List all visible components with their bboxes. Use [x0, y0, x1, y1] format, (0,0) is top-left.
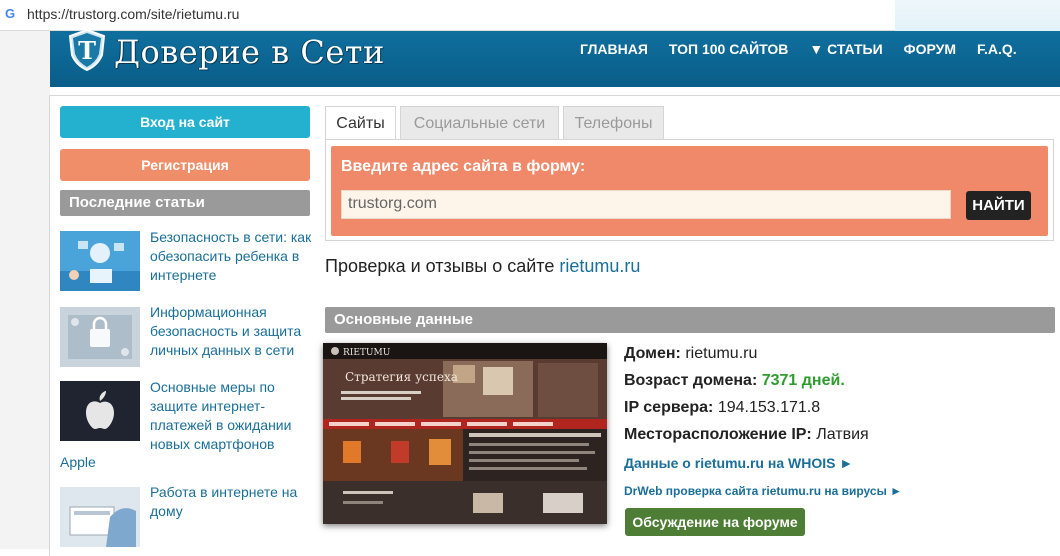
article-link-2[interactable]: Информационная безопасность и защита лич…	[150, 303, 315, 360]
site-url-input[interactable]: trustorg.com	[341, 190, 951, 219]
site-preview-image: RIETUMU Стратегия успеха	[323, 343, 607, 524]
article-link-3[interactable]: Основные меры по защите интернет-платеже…	[150, 378, 315, 454]
domain-value: rietumu.ru	[685, 345, 758, 362]
domain-label: Домен:	[624, 345, 681, 362]
page-title-prefix: Проверка и отзывы о сайте	[325, 256, 555, 276]
ip-location-label: Месторасположение IP:	[624, 426, 812, 443]
drweb-check-link[interactable]: DrWeb проверка сайта rietumu.ru на вирус…	[624, 484, 902, 498]
domain-age-row: Возраст домена: 7371 дней.	[624, 372, 845, 390]
forum-discussion-button[interactable]: Обсуждение на форуме	[625, 508, 805, 536]
domain-age-label: Возраст домена:	[624, 372, 758, 389]
preview-slogan: Стратегия успеха	[345, 370, 458, 384]
preview-brand: RIETUMU	[343, 348, 391, 358]
article-thumb-apple[interactable]	[60, 381, 140, 441]
domain-age-value: 7371 дней.	[761, 372, 845, 389]
search-form-label: Введите адрес сайта в форму:	[341, 158, 586, 175]
tab-sites[interactable]: Сайты	[325, 106, 396, 140]
article-thumb-child-safety[interactable]	[60, 231, 140, 291]
ip-location-value: Латвия	[816, 426, 869, 443]
main-nav: ГЛАВНАЯ ТОП 100 САЙТОВ ▼ СТАТЬИ ФОРУМ F.…	[580, 41, 1038, 57]
tab-social[interactable]: Социальные сети	[400, 106, 559, 140]
article-link-3-extra[interactable]: Apple	[60, 454, 96, 470]
tab-phones[interactable]: Телефоны	[563, 106, 664, 140]
page-title: Проверка и отзывы о сайте rietumu.ru	[325, 256, 640, 277]
article-thumb-security[interactable]	[60, 307, 140, 367]
server-ip-label: IP сервера:	[624, 399, 714, 416]
nav-home[interactable]: ГЛАВНАЯ	[580, 41, 648, 57]
logo-letter: T	[78, 36, 96, 65]
url-text[interactable]: https://trustorg.com/site/rietumu.ru	[27, 6, 239, 22]
site-header: T Доверие в Сети ГЛАВНАЯ ТОП 100 САЙТОВ …	[50, 29, 1060, 87]
server-ip-value: 194.153.171.8	[717, 399, 821, 416]
nav-faq[interactable]: F.A.Q.	[977, 41, 1017, 57]
domain-row: Домен: rietumu.ru	[624, 345, 757, 363]
page-title-domain-link[interactable]: rietumu.ru	[559, 256, 640, 276]
login-button[interactable]: Вход на сайт	[60, 106, 310, 138]
find-button[interactable]: НАЙТИ	[966, 191, 1031, 220]
site-preview-screenshot[interactable]: RIETUMU Стратегия успеха	[323, 343, 607, 524]
shield-logo-icon: T	[68, 29, 106, 71]
register-button[interactable]: Регистрация	[60, 149, 310, 181]
article-link-4[interactable]: Работа в интернете на дому	[150, 483, 315, 521]
nav-articles[interactable]: ▼ СТАТЬИ	[809, 41, 882, 57]
main-data-section-title: Основные данные	[325, 307, 1055, 333]
google-icon: G	[5, 6, 16, 21]
recent-articles-title: Последние статьи	[60, 190, 310, 216]
whois-link[interactable]: Данные о rietumu.ru на WHOIS ►	[624, 455, 853, 471]
site-logo-text[interactable]: Доверие в Сети	[114, 33, 385, 71]
nav-forum[interactable]: ФОРУМ	[904, 41, 956, 57]
server-ip-row: IP сервера: 194.153.171.8	[624, 399, 820, 417]
ip-location-row: Месторасположение IP: Латвия	[624, 426, 869, 444]
article-link-1[interactable]: Безопасность в сети: как обезопасить реб…	[150, 228, 315, 285]
nav-top100[interactable]: ТОП 100 САЙТОВ	[669, 41, 788, 57]
left-margin	[0, 31, 50, 549]
article-thumb-remote-work[interactable]	[60, 487, 140, 547]
